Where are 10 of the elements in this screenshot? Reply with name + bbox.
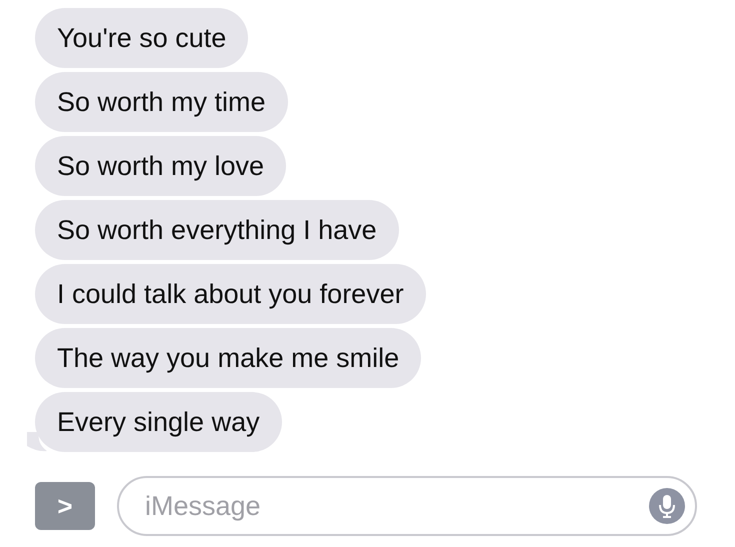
message-bubble: The way you make me smile — [35, 328, 422, 388]
message-bubble: You're so cute — [35, 8, 248, 68]
message-field[interactable]: iMessage — [117, 476, 697, 536]
message-bubble: So worth everything I have — [35, 200, 399, 260]
expand-button[interactable]: > — [35, 482, 95, 530]
message-bubble: I could talk about you forever — [35, 264, 426, 324]
microphone-icon[interactable] — [649, 488, 685, 524]
message-bubble: Every single way — [35, 392, 282, 452]
message-bubble: So worth my time — [35, 72, 288, 132]
message-bubble: So worth my love — [35, 136, 286, 196]
